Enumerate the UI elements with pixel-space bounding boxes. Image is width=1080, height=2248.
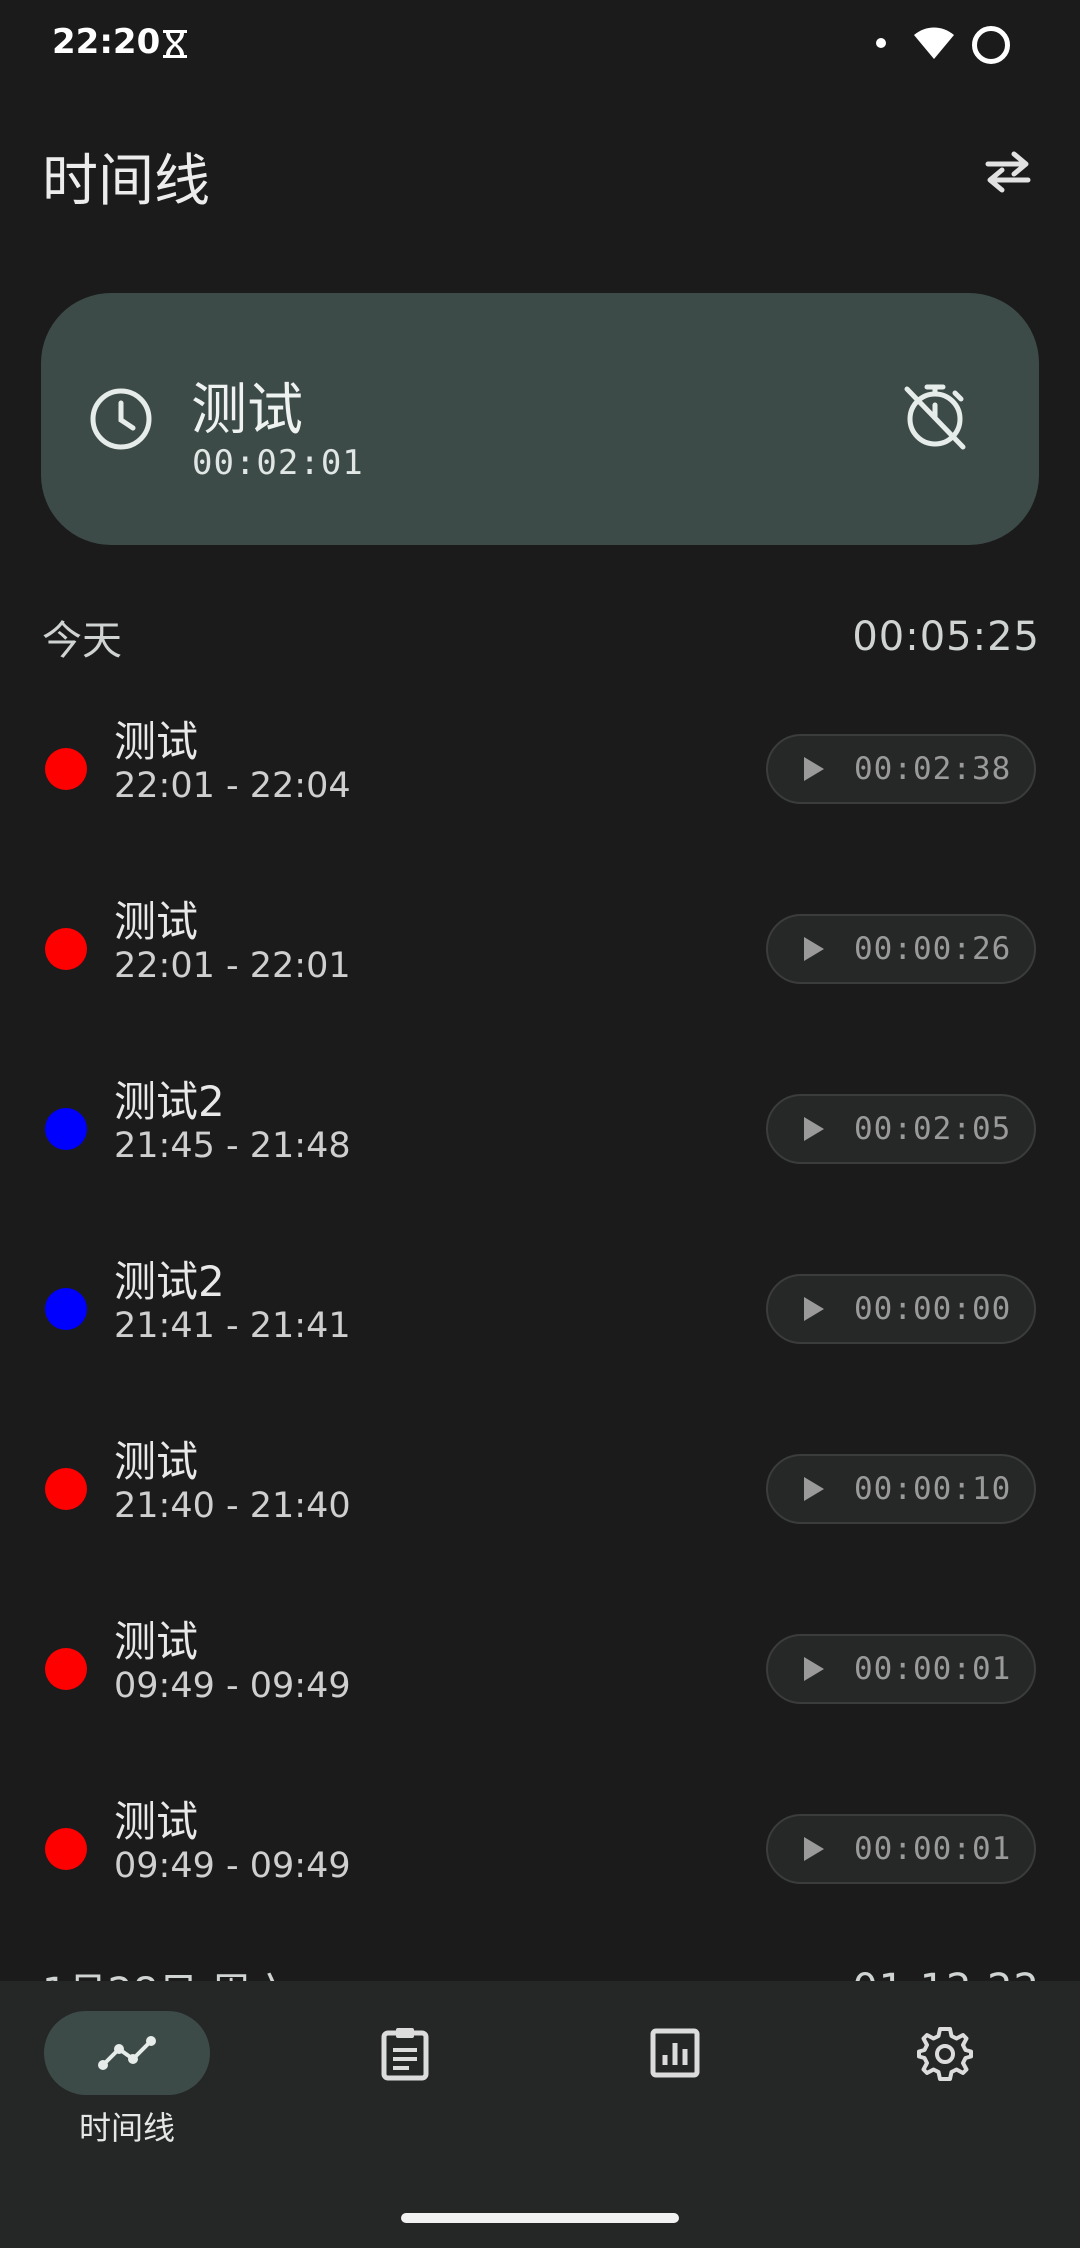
entry-duration: 00:00:01 xyxy=(854,1831,1012,1867)
nav-item-timeline[interactable]: 时间线 xyxy=(0,1981,270,2181)
timeline-icon xyxy=(98,2036,156,2070)
entry-time-range: 09:49 - 09:49 xyxy=(114,1846,351,1886)
category-color-dot xyxy=(45,928,87,970)
entry-time-range: 21:40 - 21:40 xyxy=(114,1486,351,1526)
status-bar: 22:20 xyxy=(0,0,1080,90)
statistics-icon xyxy=(540,2011,810,2095)
resume-button[interactable]: 00:00:10 xyxy=(766,1454,1036,1524)
nav-item-settings[interactable] xyxy=(810,1981,1080,2181)
section-label: 今天 xyxy=(42,618,122,664)
clock-icon xyxy=(87,385,155,457)
nav-active-indicator xyxy=(44,2011,210,2095)
resume-button[interactable]: 00:02:38 xyxy=(766,734,1036,804)
timeline-entry[interactable]: 测试 22:01 - 22:04 00:02:38 xyxy=(0,700,1080,860)
category-color-dot xyxy=(45,1108,87,1150)
play-icon xyxy=(804,1297,824,1321)
entry-time-range: 09:49 - 09:49 xyxy=(114,1666,351,1706)
entry-name: 测试 xyxy=(114,1797,199,1846)
swap-button[interactable] xyxy=(976,140,1040,204)
wifi-icon xyxy=(912,25,956,65)
entry-duration: 00:00:26 xyxy=(854,931,1012,967)
resume-button[interactable]: 00:00:01 xyxy=(766,1814,1036,1884)
entry-duration: 00:02:05 xyxy=(854,1111,1012,1147)
gear-icon xyxy=(810,2011,1080,2095)
entry-name: 测试 xyxy=(114,1437,199,1486)
resume-button[interactable]: 00:00:01 xyxy=(766,1634,1036,1704)
active-timer-card[interactable]: 测试 00:02:01 xyxy=(41,293,1039,545)
resume-button[interactable]: 00:00:26 xyxy=(766,914,1036,984)
active-timer-duration: 00:02:01 xyxy=(192,443,364,483)
section-total: 00:05:25 xyxy=(852,614,1040,660)
resume-button[interactable]: 00:02:05 xyxy=(766,1094,1036,1164)
timeline-entry[interactable]: 测试2 21:45 - 21:48 00:02:05 xyxy=(0,1060,1080,1220)
timeline-entry[interactable]: 测试 22:01 - 22:01 00:00:26 xyxy=(0,880,1080,1040)
section-header-today: 今天 00:05:25 xyxy=(42,608,1040,666)
notification-dot-icon xyxy=(876,38,886,48)
entry-duration: 00:02:38 xyxy=(854,751,1012,787)
entry-name: 测试 xyxy=(114,1617,199,1666)
play-icon xyxy=(804,1117,824,1141)
category-color-dot xyxy=(45,1828,87,1870)
nav-label: 时间线 xyxy=(78,2109,175,2147)
play-icon xyxy=(804,1837,824,1861)
page-title: 时间线 xyxy=(42,149,210,214)
nav-item-statistics[interactable] xyxy=(540,1981,810,2181)
bottom-navigation: 时间线 xyxy=(0,1981,1080,2248)
entry-name: 测试2 xyxy=(114,1077,225,1126)
stop-timer-icon[interactable] xyxy=(897,377,973,457)
status-time: 22:20 xyxy=(52,22,161,62)
category-color-dot xyxy=(45,1468,87,1510)
play-icon xyxy=(804,1477,824,1501)
category-color-dot xyxy=(45,1288,87,1330)
entry-duration: 00:00:01 xyxy=(854,1651,1012,1687)
resume-button[interactable]: 00:00:00 xyxy=(766,1274,1036,1344)
entry-duration: 00:00:00 xyxy=(854,1291,1012,1327)
battery-ring-icon xyxy=(972,26,1010,64)
home-indicator[interactable] xyxy=(401,2213,679,2223)
active-timer-name: 测试 xyxy=(191,378,303,443)
timeline-entry[interactable]: 测试 09:49 - 09:49 00:00:01 xyxy=(0,1600,1080,1760)
entry-time-range: 21:41 - 21:41 xyxy=(114,1306,351,1346)
entry-time-range: 22:01 - 22:04 xyxy=(114,766,351,806)
entry-name: 测试 xyxy=(114,897,199,946)
category-color-dot xyxy=(45,1648,87,1690)
category-color-dot xyxy=(45,748,87,790)
nav-item-records[interactable] xyxy=(270,1981,540,2181)
clipboard-icon xyxy=(270,2011,540,2095)
swap-icon xyxy=(985,151,1031,193)
timeline-entry[interactable]: 测试 09:49 - 09:49 00:00:01 xyxy=(0,1780,1080,1940)
play-icon xyxy=(804,757,824,781)
timeline-entry[interactable]: 测试 21:40 - 21:40 00:00:10 xyxy=(0,1420,1080,1580)
entry-time-range: 21:45 - 21:48 xyxy=(114,1126,351,1166)
play-icon xyxy=(804,937,824,961)
entry-duration: 00:00:10 xyxy=(854,1471,1012,1507)
hourglass-icon xyxy=(160,28,190,64)
entry-name: 测试 xyxy=(114,717,199,766)
timeline-entry[interactable]: 测试2 21:41 - 21:41 00:00:00 xyxy=(0,1240,1080,1400)
play-icon xyxy=(804,1657,824,1681)
entry-time-range: 22:01 - 22:01 xyxy=(114,946,351,986)
entry-name: 测试2 xyxy=(114,1257,225,1306)
